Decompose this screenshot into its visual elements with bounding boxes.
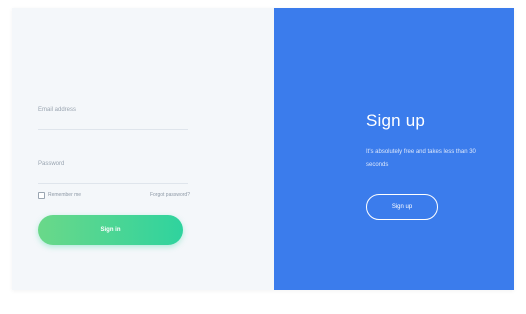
password-field-label: Password (38, 161, 65, 167)
email-field-label: Email address (38, 107, 77, 113)
sign-up-button[interactable]: Sign up (366, 194, 438, 220)
signup-title: Sign up (366, 111, 426, 130)
auth-card: Email address Password Remember me Forgo… (12, 8, 514, 290)
sign-in-button[interactable]: Sign in (38, 215, 183, 245)
forgot-password-link[interactable]: Forgot password? (150, 192, 190, 198)
remember-me[interactable]: Remember me (38, 191, 82, 199)
email-field[interactable]: Email address (38, 107, 188, 130)
remember-me-checkbox[interactable] (38, 191, 45, 199)
remember-me-label: Remember me (48, 192, 82, 198)
signup-description: It's absolutely free and takes less than… (366, 149, 476, 168)
password-field[interactable]: Password (38, 161, 188, 184)
login-options-row: Remember me Forgot password? (38, 190, 190, 200)
login-panel: Email address Password Remember me Forgo… (12, 8, 274, 290)
signup-panel: Sign up It's absolutely free and takes l… (274, 8, 514, 290)
